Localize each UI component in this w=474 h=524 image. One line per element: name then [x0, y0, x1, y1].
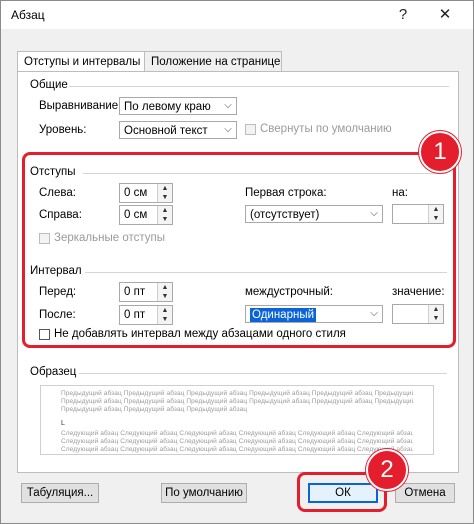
general-group-line — [69, 86, 449, 87]
step-badge-1: 1 — [419, 131, 461, 173]
level-label: Уровень: — [39, 124, 87, 136]
preview-group-line — [79, 373, 447, 374]
general-group-title: Общие — [30, 79, 68, 91]
preview-prev-line: Предыдущий абзац Предыдущий абзац Предыд… — [61, 398, 413, 405]
preview-prev-line: Предыдущий абзац Предыдущий абзац Предыд… — [61, 390, 413, 397]
highlight-box-indents-spacing — [22, 152, 456, 348]
preview-group-title: Образец — [30, 366, 77, 378]
preview-box: Предыдущий абзац Предыдущий абзац Предыд… — [40, 385, 434, 455]
collapsed-checkbox[interactable] — [245, 124, 256, 135]
preview-prev-line: Предыдущий абзац Предыдущий абзац Предыд… — [61, 406, 248, 413]
chevron-down-icon: ⌵ — [224, 100, 232, 111]
tab-line-page-breaks[interactable]: Положение на странице — [144, 51, 282, 73]
alignment-label: Выравнивание: — [39, 100, 122, 112]
cancel-button[interactable]: Отмена — [395, 483, 455, 503]
chevron-down-icon: ⌵ — [224, 124, 232, 135]
step-badge-2: 2 — [366, 449, 408, 491]
window-title: Абзац — [11, 8, 45, 22]
preview-next-line: Следующий абзац Следующий абзац Следующи… — [61, 438, 413, 445]
alignment-select[interactable]: По левому краю ⌵ — [119, 97, 237, 115]
title-bar: Абзац ? ✕ — [1, 1, 473, 29]
preview-sample-text: L — [61, 420, 65, 427]
level-select[interactable]: Основной текст ⌵ — [119, 121, 237, 139]
preview-next-line: Следующий абзац Следующий абзац Следующи… — [61, 446, 413, 453]
alignment-value: По левому краю — [124, 101, 211, 113]
level-value: Основной текст — [124, 125, 208, 137]
collapsed-label: Свернуты по умолчанию — [260, 123, 392, 135]
help-button[interactable]: ? — [385, 3, 421, 27]
close-button[interactable]: ✕ — [427, 3, 463, 27]
set-default-button[interactable]: По умолчанию — [161, 483, 247, 503]
tabs-button[interactable]: Табуляция... — [21, 483, 99, 503]
tab-indents-spacing[interactable]: Отступы и интервалы — [17, 51, 147, 73]
preview-next-line: Следующий абзац Следующий абзац Следующи… — [61, 430, 413, 437]
